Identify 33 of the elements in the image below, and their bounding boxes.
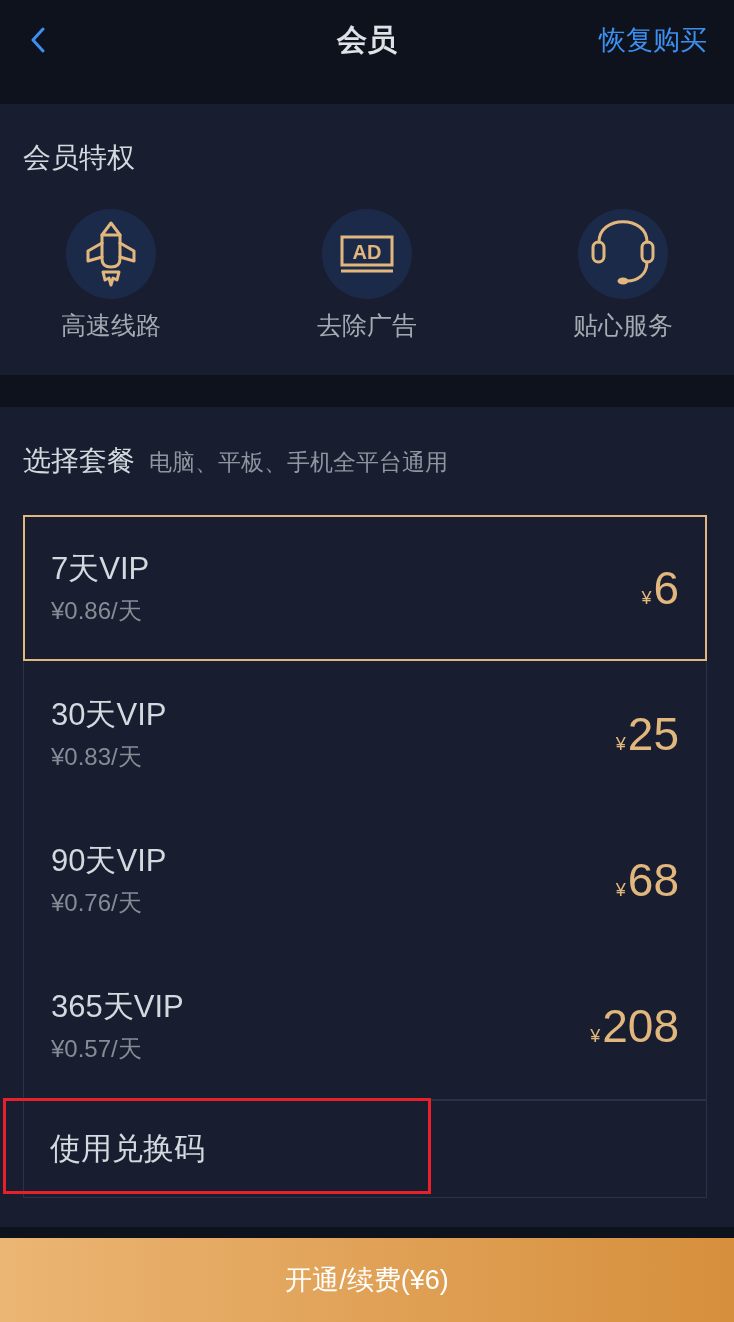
currency-symbol: ¥ [641, 588, 652, 609]
plan-option[interactable]: 90天VIP ¥0.76/天 ¥68 [23, 807, 707, 953]
plan-option[interactable]: 365天VIP ¥0.57/天 ¥208 [23, 953, 707, 1099]
per-day-price: ¥0.76/天 [51, 888, 143, 918]
plan-name: 30天VIP [51, 696, 167, 734]
per-day-price: ¥0.57/天 [51, 1034, 143, 1064]
privilege-label: 贴心服务 [573, 310, 673, 340]
redeem-code-item[interactable]: 使用兑换码 [24, 1101, 706, 1197]
section-subtitle: 电脑、平板、手机全平台通用 [149, 448, 448, 476]
plan-name: 365天VIP [51, 988, 184, 1026]
privilege-label: 高速线路 [61, 310, 161, 340]
plan-option[interactable]: 30天VIP ¥0.83/天 ¥25 [23, 661, 707, 807]
plan-option[interactable]: 7天VIP ¥0.86/天 ¥6 [23, 515, 707, 661]
plan-name: 90天VIP [51, 842, 167, 880]
privilege-label: 去除广告 [317, 310, 417, 340]
section-title: 选择套餐 [23, 445, 135, 477]
per-day-price: ¥0.83/天 [51, 742, 143, 772]
plan-price: 208 [602, 1000, 679, 1052]
rocket-icon [66, 209, 156, 299]
headset-icon [578, 209, 668, 299]
currency-symbol: ¥ [590, 1026, 601, 1047]
page-title: 会员 [337, 21, 397, 58]
currency-symbol: ¥ [615, 734, 626, 755]
ad-text: AD [352, 241, 382, 263]
section-title: 会员特权 [23, 142, 135, 174]
per-day-price: ¥0.86/天 [51, 596, 143, 626]
plan-name: 7天VIP [51, 550, 150, 588]
plan-price: 68 [627, 854, 679, 906]
restore-purchase-link[interactable]: 恢复购买 [599, 22, 707, 58]
plan-price: 6 [653, 562, 679, 614]
currency-symbol: ¥ [615, 880, 626, 901]
plan-price: 25 [627, 708, 679, 760]
back-icon[interactable] [30, 27, 46, 53]
